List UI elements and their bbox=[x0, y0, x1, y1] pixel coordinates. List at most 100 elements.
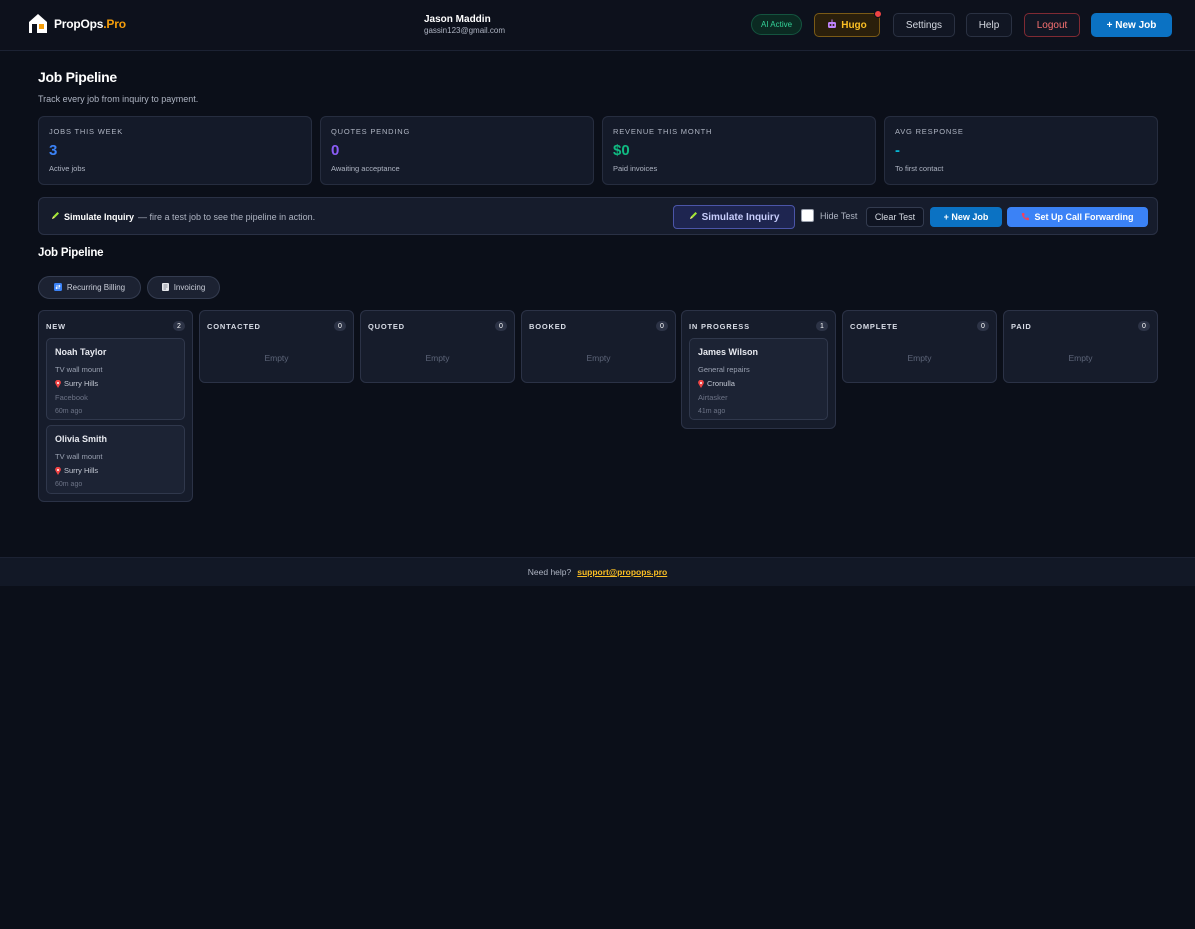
column-title: CONTACTED bbox=[207, 321, 261, 331]
call-forwarding-button[interactable]: Set Up Call Forwarding bbox=[1007, 207, 1148, 227]
stat-card-quotes-pending: QUOTES PENDING 0 Awaiting acceptance bbox=[320, 116, 594, 185]
footer-help-text: Need help? bbox=[527, 567, 572, 577]
page-title: Job Pipeline bbox=[38, 69, 117, 85]
location-pin-icon bbox=[698, 379, 704, 388]
column-empty-label: Empty bbox=[264, 353, 289, 363]
column-header: CONTACTED 0 bbox=[207, 321, 346, 331]
job-card[interactable]: James Wilson General repairs Cronulla Ai… bbox=[689, 338, 828, 420]
clear-test-button[interactable]: Clear Test bbox=[866, 207, 924, 227]
user-email: gassin123@gmail.com bbox=[424, 26, 506, 35]
stat-value: $0 bbox=[613, 142, 630, 159]
new-job-button[interactable]: + New Job bbox=[1091, 13, 1172, 37]
pipeline-column-booked: BOOKED 0 Empty bbox=[521, 310, 676, 383]
job-location: Cronulla bbox=[698, 379, 819, 388]
notification-dot bbox=[874, 10, 882, 18]
hugo-assistant-button[interactable]: Hugo bbox=[814, 10, 882, 37]
pipeline-column-new: NEW 2 Noah Taylor TV wall mount Surry Hi… bbox=[38, 310, 193, 502]
job-customer-name: Noah Taylor bbox=[55, 347, 107, 357]
job-customer-name: Olivia Smith bbox=[55, 434, 108, 444]
job-card[interactable]: Noah Taylor TV wall mount Surry Hills Fa… bbox=[46, 338, 185, 420]
receipt-icon bbox=[161, 282, 169, 293]
simulate-inquiry-bar: Simulate Inquiry — fire a test job to se… bbox=[38, 197, 1158, 235]
phone-icon bbox=[1021, 212, 1030, 223]
column-title: BOOKED bbox=[529, 321, 567, 331]
stat-note: Awaiting acceptance bbox=[331, 164, 400, 173]
hide-test-label: Hide Test bbox=[820, 210, 858, 221]
job-location: Surry Hills bbox=[55, 379, 176, 388]
simulate-inquiry-button[interactable]: Simulate Inquiry bbox=[673, 205, 795, 229]
column-empty-label: Empty bbox=[1068, 353, 1093, 363]
ai-status-badge: AI Active bbox=[751, 14, 802, 35]
column-header: COMPLETE 0 bbox=[850, 321, 989, 331]
call-forwarding-label: Set Up Call Forwarding bbox=[1034, 212, 1134, 222]
stat-note: To first contact bbox=[895, 164, 944, 173]
hugo-label: Hugo bbox=[841, 19, 867, 31]
job-time: 41m ago bbox=[698, 408, 726, 415]
stat-label: JOBS THIS WEEK bbox=[49, 127, 123, 136]
column-header: IN PROGRESS 1 bbox=[689, 321, 828, 331]
column-count: 0 bbox=[334, 321, 346, 331]
pipeline-column-quoted: QUOTED 0 Empty bbox=[360, 310, 515, 383]
job-source: Facebook bbox=[55, 393, 88, 402]
job-location-text: Cronulla bbox=[707, 379, 735, 388]
job-card[interactable]: Olivia Smith TV wall mount Surry Hills 6… bbox=[46, 425, 185, 494]
invoicing-chip[interactable]: Invoicing bbox=[147, 276, 220, 299]
new-job-button-secondary[interactable]: + New Job bbox=[930, 207, 1002, 227]
stat-note: Active jobs bbox=[49, 164, 86, 173]
logout-button[interactable]: Logout bbox=[1024, 13, 1080, 37]
job-service: General repairs bbox=[698, 365, 750, 374]
robot-icon bbox=[827, 19, 837, 32]
job-location: Surry Hills bbox=[55, 466, 176, 475]
column-count: 2 bbox=[173, 321, 185, 331]
stat-card-jobs-this-week: JOBS THIS WEEK 3 Active jobs bbox=[38, 116, 312, 185]
brand-name: PropOps.Pro bbox=[54, 16, 126, 31]
stat-value: - bbox=[895, 142, 900, 159]
job-service: TV wall mount bbox=[55, 365, 103, 374]
user-info: Jason Maddin gassin123@gmail.com bbox=[424, 14, 505, 36]
stat-card-revenue: REVENUE THIS MONTH $0 Paid invoices bbox=[602, 116, 876, 185]
simulate-button-label: Simulate Inquiry bbox=[701, 211, 780, 223]
stat-note: Paid invoices bbox=[613, 164, 658, 173]
column-title: IN PROGRESS bbox=[689, 321, 750, 331]
job-time: 60m ago bbox=[55, 481, 83, 488]
job-service: TV wall mount bbox=[55, 452, 103, 461]
column-empty-label: Empty bbox=[907, 353, 932, 363]
column-count: 0 bbox=[977, 321, 989, 331]
hide-test-toggle[interactable]: Hide Test bbox=[801, 209, 857, 222]
settings-button[interactable]: Settings bbox=[893, 13, 955, 37]
column-header: QUOTED 0 bbox=[368, 321, 507, 331]
job-location-text: Surry Hills bbox=[64, 466, 99, 475]
simulate-description: Simulate Inquiry — fire a test job to se… bbox=[51, 211, 315, 222]
column-title: COMPLETE bbox=[850, 321, 899, 331]
column-count: 0 bbox=[1138, 321, 1150, 331]
help-button[interactable]: Help bbox=[966, 13, 1012, 37]
stat-value: 3 bbox=[49, 142, 58, 159]
pipeline-column-contacted: CONTACTED 0 Empty bbox=[199, 310, 354, 383]
top-header: PropOps.Pro Jason Maddin gassin123@gmail… bbox=[0, 0, 1195, 51]
column-title: PAID bbox=[1011, 321, 1032, 331]
chip-label: Invoicing bbox=[173, 283, 206, 292]
location-pin-icon bbox=[55, 379, 61, 388]
brand-logo[interactable]: PropOps.Pro bbox=[28, 13, 126, 34]
column-header: NEW 2 bbox=[46, 321, 185, 331]
pencil-icon bbox=[51, 211, 60, 222]
simulate-text: — fire a test job to see the pipeline in… bbox=[138, 211, 316, 222]
column-empty-label: Empty bbox=[586, 353, 611, 363]
job-location-text: Surry Hills bbox=[64, 379, 99, 388]
repeat-icon bbox=[53, 282, 62, 293]
stat-value: 0 bbox=[331, 142, 340, 159]
column-empty-label: Empty bbox=[425, 353, 450, 363]
recurring-billing-chip[interactable]: Recurring Billing bbox=[38, 276, 141, 299]
column-header: PAID 0 bbox=[1011, 321, 1150, 331]
support-email-link[interactable]: support@propops.pro bbox=[577, 567, 667, 577]
page-subtitle: Track every job from inquiry to payment. bbox=[38, 94, 199, 104]
column-title: QUOTED bbox=[368, 321, 405, 331]
hide-test-checkbox[interactable] bbox=[801, 209, 814, 222]
pipeline-column-complete: COMPLETE 0 Empty bbox=[842, 310, 997, 383]
user-name: Jason Maddin bbox=[424, 14, 491, 25]
stat-label: QUOTES PENDING bbox=[331, 127, 411, 136]
page-footer: Need help? support@propops.pro bbox=[0, 557, 1195, 586]
job-time: 60m ago bbox=[55, 408, 83, 415]
location-pin-icon bbox=[55, 466, 61, 475]
pipeline-column-paid: PAID 0 Empty bbox=[1003, 310, 1158, 383]
